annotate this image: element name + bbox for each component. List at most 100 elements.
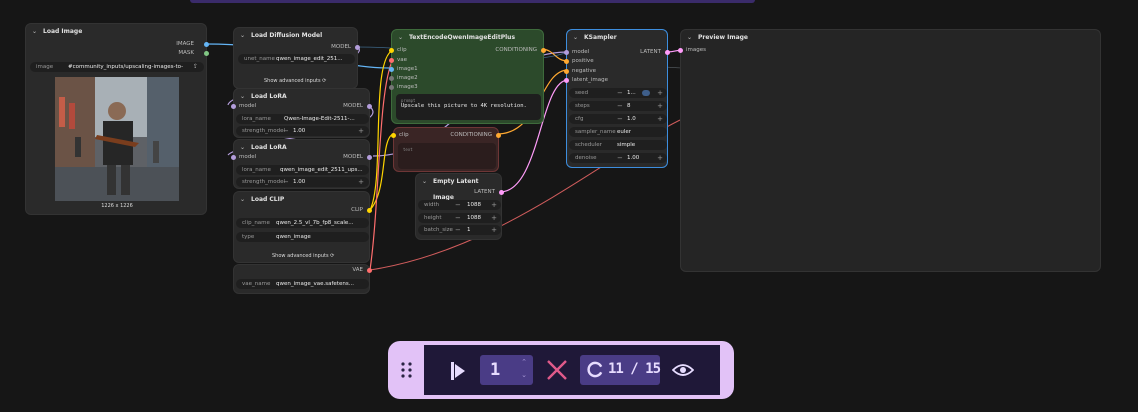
collapse-arrow-icon[interactable]: ⌄ — [240, 28, 245, 44]
increment-button[interactable]: + — [491, 200, 497, 210]
decrement-button[interactable]: − — [617, 101, 623, 111]
clip-type-selector[interactable]: type qwen_image — [236, 232, 369, 242]
node-ksampler[interactable]: ⌄ KSampler model positive negative latent… — [564, 29, 670, 168]
image-dimensions: 1226 x 1226 — [101, 203, 133, 209]
lora-name-selector[interactable]: lora_name Qwen-Image-Edit-2511-... — [236, 114, 369, 124]
denoise-stepper[interactable]: denoise − 1.00 + — [569, 153, 667, 163]
clip-name-selector[interactable]: clip_name qwen_2.5_vl_7b_fp8_scale... — [236, 218, 369, 228]
decrement-button[interactable]: − — [617, 88, 623, 98]
upload-icon[interactable]: ⇪ — [193, 62, 198, 72]
input-image3-port[interactable] — [389, 85, 394, 90]
collapse-arrow-icon[interactable]: ⌄ — [687, 30, 692, 46]
input-vae-port[interactable] — [389, 58, 394, 63]
stepper-up-icon[interactable]: ⌃ — [521, 358, 527, 366]
stepper-down-icon[interactable]: ⌄ — [521, 371, 527, 379]
node-load-lora-2[interactable]: ⌄ Load LoRA model MODEL lora_name qwen_im… — [231, 139, 372, 189]
input-latent-port[interactable] — [564, 78, 569, 83]
decrement-button[interactable]: − — [617, 153, 623, 163]
decrement-button[interactable]: − — [455, 213, 461, 223]
output-latent-port[interactable] — [665, 50, 670, 55]
output-model-port[interactable] — [367, 104, 372, 109]
collapse-arrow-icon[interactable]: ⌄ — [422, 174, 427, 190]
scheduler-selector[interactable]: scheduler simple — [569, 140, 667, 150]
decrement-button[interactable]: − — [283, 177, 289, 187]
input-image2-port[interactable] — [389, 76, 394, 81]
increment-button[interactable]: + — [491, 213, 497, 223]
collapse-arrow-icon[interactable]: ⌄ — [32, 24, 37, 40]
output-mask-port[interactable] — [204, 51, 209, 56]
node-load-diffusion-model[interactable]: ⌄ Load Diffusion Model MODEL unet_name qw… — [233, 27, 360, 89]
decrement-button[interactable]: − — [455, 225, 461, 235]
strength-model-stepper[interactable]: strength_model − 1.00 + — [236, 126, 369, 136]
decrement-button[interactable]: − — [617, 114, 623, 124]
strength-model-stepper[interactable]: strength_model − 1.00 + — [236, 177, 369, 187]
output-model-port[interactable] — [355, 45, 360, 50]
output-clip-port[interactable] — [367, 208, 372, 213]
node-load-vae[interactable]: VAE vae_name qwen_image_vae.safetens... — [233, 264, 372, 294]
lora-name-selector[interactable]: lora_name qwen_image_edit_2511_ups... — [236, 165, 369, 175]
height-stepper[interactable]: height − 1088 + — [418, 213, 501, 223]
input-model-port[interactable] — [231, 104, 236, 109]
input-clip-port[interactable] — [391, 133, 396, 138]
collapse-arrow-icon[interactable]: ⌄ — [240, 192, 245, 208]
node-empty-latent-image[interactable]: ⌄ Empty Latent Image LATENT width − 1088 … — [415, 173, 504, 240]
node-preview-image[interactable]: ⌄ Preview Image images — [678, 29, 1101, 272]
increment-button[interactable]: + — [657, 114, 663, 124]
batch-count-input[interactable]: 1 ⌃ ⌄ — [480, 355, 533, 385]
eye-icon[interactable] — [672, 362, 694, 378]
increment-button[interactable]: + — [657, 88, 663, 98]
show-advanced-inputs-button[interactable]: Show advanced inputs ⟳ — [272, 253, 334, 259]
prompt-textarea[interactable]: prompt Upscale this picture to 4K resolu… — [396, 94, 541, 120]
collapse-arrow-icon[interactable]: ⌄ — [398, 30, 403, 46]
node-text-encode-negative[interactable]: clip CONDITIONING text — [391, 127, 501, 172]
output-clip-label: CLIP — [351, 207, 363, 213]
input-clip-port[interactable] — [389, 48, 394, 53]
input-negative-port[interactable] — [564, 69, 569, 74]
node-load-image[interactable]: ⌄ Load Image IMAGE MASK image #community_… — [25, 23, 209, 215]
output-conditioning-port[interactable] — [541, 48, 546, 53]
increment-button[interactable]: + — [358, 177, 364, 187]
increment-button[interactable]: + — [491, 225, 497, 235]
node-load-clip[interactable]: ⌄ Load CLIP CLIP clip_name qwen_2.5_vl_7b… — [233, 191, 372, 263]
drag-handle-icon[interactable] — [400, 361, 414, 379]
seed-control-toggle[interactable] — [642, 90, 650, 96]
width-stepper[interactable]: width − 1088 + — [418, 200, 501, 210]
seed-stepper[interactable]: seed − 1... + — [569, 88, 667, 98]
output-latent-port[interactable] — [499, 190, 504, 195]
unet-name-selector[interactable]: unet_name qwen_image_edit_251... — [238, 54, 355, 64]
collapse-arrow-icon[interactable]: ⌄ — [573, 30, 578, 46]
run-icon[interactable] — [450, 361, 466, 381]
output-mask-label: MASK — [178, 50, 194, 56]
input-clip-label: clip — [397, 47, 407, 53]
steps-stepper[interactable]: steps − 8 + — [569, 101, 667, 111]
refresh-icon — [587, 361, 603, 378]
node-title: TextEncodeQwenImageEditPlus — [409, 34, 516, 41]
node-load-lora-1[interactable]: ⌄ Load LoRA model MODEL lora_name Qwen-Im… — [231, 88, 372, 138]
output-image-port[interactable] — [204, 42, 209, 47]
queue-progress-button[interactable]: 11 / 15 — [580, 355, 661, 385]
negative-text-textarea[interactable]: text — [398, 143, 496, 169]
graph-canvas[interactable]: ⌄ Load Image IMAGE MASK image #community_… — [0, 0, 1138, 412]
increment-button[interactable]: + — [657, 101, 663, 111]
output-conditioning-port[interactable] — [496, 133, 501, 138]
input-model-port[interactable] — [231, 155, 236, 160]
vae-name-selector[interactable]: vae_name qwen_image_vae.safetens... — [236, 279, 369, 289]
input-model-port[interactable] — [564, 50, 569, 55]
show-advanced-inputs-button[interactable]: Show advanced inputs ⟳ — [264, 78, 326, 84]
output-vae-port[interactable] — [367, 268, 372, 273]
input-image1-port[interactable] — [389, 67, 394, 72]
input-positive-port[interactable] — [564, 59, 569, 64]
top-menu-strip[interactable] — [190, 0, 755, 3]
output-model-port[interactable] — [367, 155, 372, 160]
node-text-encode-qwen[interactable]: ⌄ TextEncodeQwenImageEditPlus clip vae im… — [389, 29, 546, 124]
cfg-stepper[interactable]: cfg − 1.0 + — [569, 114, 667, 124]
increment-button[interactable]: + — [358, 126, 364, 136]
cancel-icon[interactable] — [546, 359, 568, 381]
sampler-name-selector[interactable]: sampler_name euler — [569, 127, 667, 137]
increment-button[interactable]: + — [657, 153, 663, 163]
batch-size-stepper[interactable]: batch_size − 1 + — [418, 225, 501, 235]
decrement-button[interactable]: − — [283, 126, 289, 136]
input-images-port[interactable] — [678, 48, 683, 53]
image-selector[interactable]: image #community_inputs/upscaling-images… — [30, 62, 204, 72]
decrement-button[interactable]: − — [455, 200, 461, 210]
